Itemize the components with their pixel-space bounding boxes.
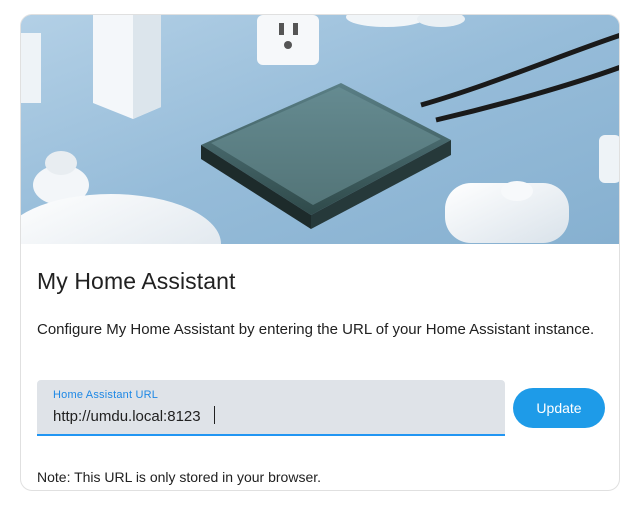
url-input[interactable] xyxy=(51,404,485,428)
card-content: My Home Assistant Configure My Home Assi… xyxy=(21,244,619,490)
storage-note: Note: This URL is only stored in your br… xyxy=(37,469,322,485)
update-button[interactable]: Update xyxy=(513,388,605,428)
card-title: My Home Assistant xyxy=(37,268,236,294)
text-caret xyxy=(214,406,215,424)
url-field-label: Home Assistant URL xyxy=(53,389,159,401)
hero-image xyxy=(21,15,619,244)
url-field[interactable]: Home Assistant URL xyxy=(37,380,505,436)
settings-card: My Home Assistant Configure My Home Assi… xyxy=(20,14,620,491)
description-text: Configure My Home Assistant by entering … xyxy=(37,321,595,338)
